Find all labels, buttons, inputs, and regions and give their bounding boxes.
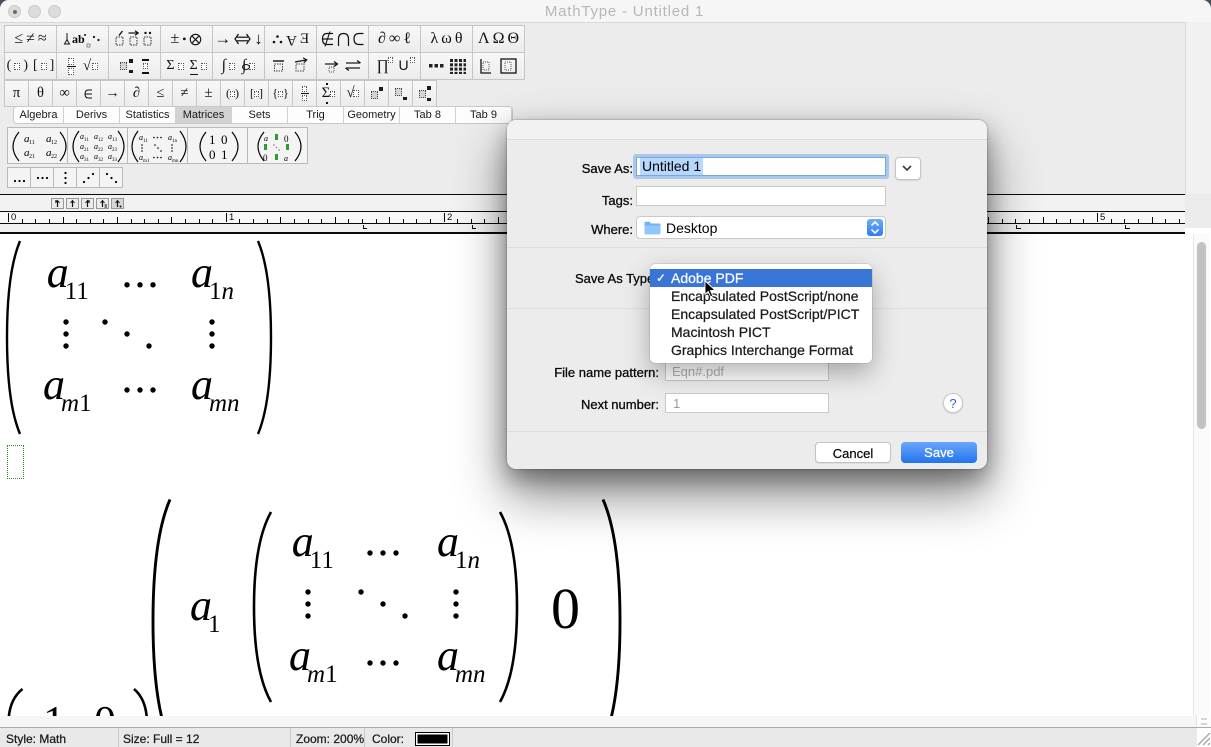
svg-text:ab: ab (72, 32, 85, 46)
svg-text:a: a (264, 134, 268, 143)
svg-text:mn: mn (172, 159, 179, 164)
svg-text:23: 23 (112, 148, 118, 153)
svg-text:33: 33 (112, 158, 118, 163)
svg-text:21: 21 (84, 148, 90, 153)
svg-text:0: 0 (263, 153, 268, 163)
svg-text:32: 32 (98, 158, 104, 163)
svg-text:31: 31 (84, 158, 90, 163)
svg-text:12: 12 (98, 138, 104, 143)
svg-text:22: 22 (98, 148, 104, 153)
svg-text:1n: 1n (172, 139, 178, 144)
svg-text:11: 11 (29, 140, 35, 146)
svg-text:12: 12 (51, 140, 57, 146)
svg-text:0: 0 (284, 134, 289, 144)
svg-text:1: 1 (209, 132, 216, 147)
svg-text:13: 13 (112, 138, 118, 143)
svg-text:0: 0 (209, 147, 216, 162)
svg-text:22: 22 (51, 154, 57, 160)
svg-text:11: 11 (143, 139, 148, 144)
svg-text:21: 21 (29, 154, 35, 160)
svg-text:0: 0 (221, 132, 228, 147)
svg-text:m1: m1 (143, 159, 150, 164)
svg-text:1: 1 (221, 147, 228, 162)
svg-text:a: a (284, 154, 288, 163)
svg-text:11: 11 (84, 138, 89, 143)
